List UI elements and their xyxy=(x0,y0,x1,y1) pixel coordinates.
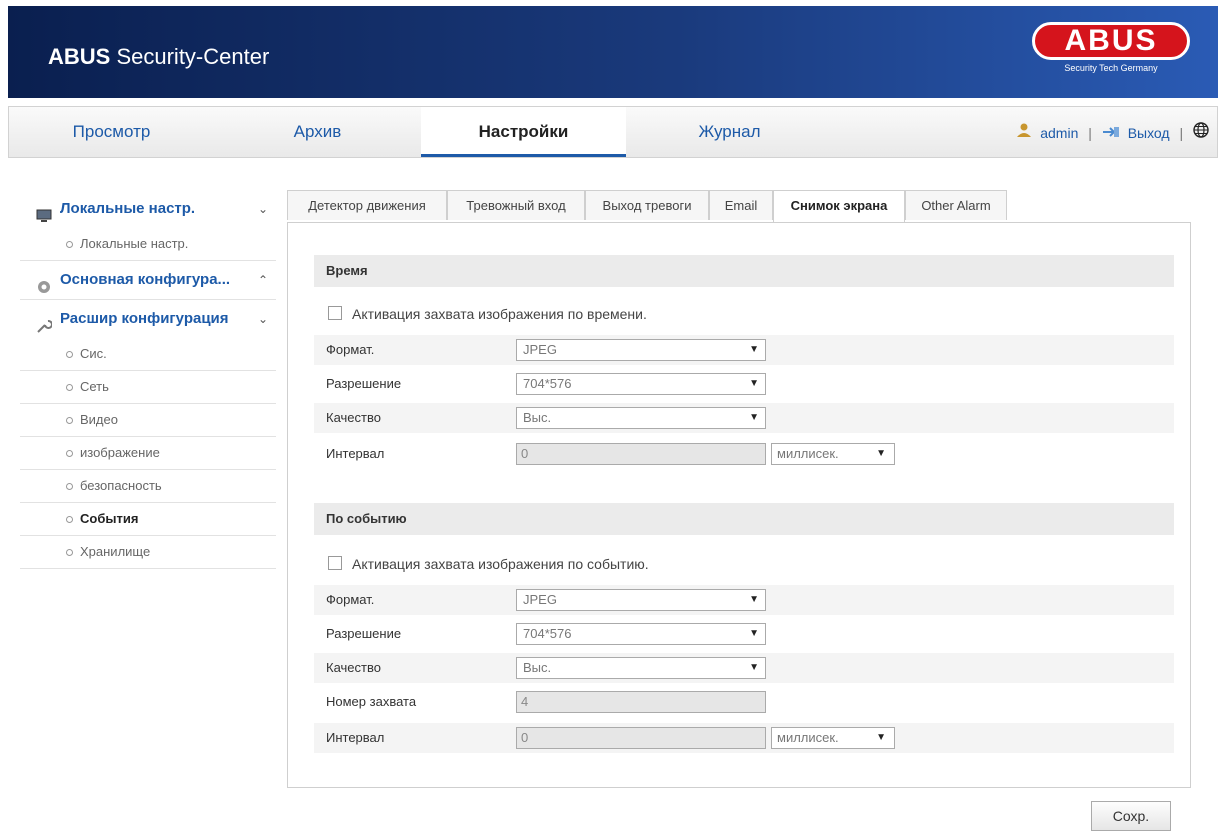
event-capture-number-input[interactable]: 4 xyxy=(516,691,766,713)
time-interval-input[interactable]: 0 xyxy=(516,443,766,465)
subtab-alarm-output[interactable]: Выход тревоги xyxy=(585,190,709,220)
user-bar: admin | Выход | xyxy=(1016,107,1209,157)
gear-icon xyxy=(36,272,52,293)
dropdown-arrow-icon: ▼ xyxy=(749,412,759,423)
event-interval-unit-select[interactable]: миллисек. ▼ xyxy=(771,727,895,749)
event-resolution-label: Разрешение xyxy=(326,626,402,641)
separator: | xyxy=(1179,125,1184,142)
tab-archive[interactable]: Архив xyxy=(215,107,420,157)
event-quality-label: Качество xyxy=(326,660,381,675)
time-interval-row: Интервал 0 миллисек. ▼ xyxy=(314,439,1174,469)
header-banner: ABUS Security-Center ABUS Security Tech … xyxy=(8,6,1218,98)
sidebar-item-events[interactable]: События xyxy=(20,503,276,536)
dropdown-arrow-icon: ▼ xyxy=(749,344,759,355)
time-capture-checkbox-row[interactable]: Активация захвата изображения по времени… xyxy=(328,303,647,325)
time-quality-select[interactable]: Выс. ▼ xyxy=(516,407,766,429)
event-interval-input[interactable]: 0 xyxy=(516,727,766,749)
time-resolution-row: Разрешение 704*576 ▼ xyxy=(314,369,1174,399)
dropdown-arrow-icon: ▼ xyxy=(749,594,759,605)
user-icon xyxy=(1016,108,1032,158)
wrench-icon xyxy=(36,311,53,333)
sidebar-group-local-label: Локальные настр. xyxy=(60,200,196,217)
chevron-down-icon: ⌄ xyxy=(257,312,268,326)
sidebar-group-local[interactable]: Локальные настр. ⌄ xyxy=(20,190,276,228)
chevron-up-icon: ⌃ xyxy=(257,273,268,287)
sidebar-item-video[interactable]: Видео xyxy=(20,404,276,437)
save-button[interactable]: Сохр. xyxy=(1091,801,1171,831)
subtab-email[interactable]: Email xyxy=(709,190,773,220)
time-interval-unit-select[interactable]: миллисек. ▼ xyxy=(771,443,895,465)
sidebar-item-system[interactable]: Сис. xyxy=(20,338,276,371)
time-capture-checkbox[interactable] xyxy=(328,306,342,320)
username[interactable]: admin xyxy=(1040,108,1078,158)
event-format-select[interactable]: JPEG ▼ xyxy=(516,589,766,611)
event-capture-number-row: Номер захвата 4 xyxy=(314,687,1174,717)
event-resolution-row: Разрешение 704*576 ▼ xyxy=(314,619,1174,649)
sidebar-item-image[interactable]: изображение xyxy=(20,437,276,470)
chevron-down-icon: ⌄ xyxy=(257,202,268,216)
logo-tagline: Security Tech Germany xyxy=(1064,63,1158,73)
dropdown-arrow-icon: ▼ xyxy=(876,732,886,743)
logo-text: ABUS xyxy=(1032,22,1190,60)
section-time-title: Время xyxy=(314,255,1174,287)
globe-icon[interactable] xyxy=(1193,108,1209,158)
app-title-rest: Security-Center xyxy=(110,44,270,69)
sidebar-item-security[interactable]: безопасность xyxy=(20,470,276,503)
event-capture-checkbox-label: Активация захвата изображения по событию… xyxy=(352,556,649,572)
event-capture-number-label: Номер захвата xyxy=(326,694,417,709)
sidebar-group-basic-label: Основная конфигура... xyxy=(60,271,231,288)
subtab-motion-detection[interactable]: Детектор движения xyxy=(287,190,447,220)
subtab-alarm-input[interactable]: Тревожный вход xyxy=(447,190,585,220)
time-resolution-label: Разрешение xyxy=(326,376,402,391)
time-format-select[interactable]: JPEG ▼ xyxy=(516,339,766,361)
time-quality-row: Качество Выс. ▼ xyxy=(314,403,1174,433)
event-interval-label: Интервал xyxy=(326,730,385,745)
time-quality-label: Качество xyxy=(326,410,381,425)
app-title-brand: ABUS xyxy=(48,44,111,69)
dropdown-arrow-icon: ▼ xyxy=(749,378,759,389)
time-interval-label: Интервал xyxy=(326,446,385,461)
time-capture-checkbox-label: Активация захвата изображения по времени… xyxy=(352,306,647,322)
time-format-label: Формат. xyxy=(326,342,375,357)
event-interval-row: Интервал 0 миллисек. ▼ xyxy=(314,723,1174,753)
dropdown-arrow-icon: ▼ xyxy=(749,628,759,639)
event-capture-checkbox-row[interactable]: Активация захвата изображения по событию… xyxy=(328,553,649,575)
logout-link[interactable]: Выход xyxy=(1128,108,1170,158)
event-capture-checkbox[interactable] xyxy=(328,556,342,570)
time-format-row: Формат. JPEG ▼ xyxy=(314,335,1174,365)
top-navigation: Просмотр Архив Настройки Журнал admin | … xyxy=(8,106,1218,158)
event-format-label: Формат. xyxy=(326,592,375,607)
section-event-title: По событию xyxy=(314,503,1174,535)
subtab-other-alarm[interactable]: Other Alarm xyxy=(905,190,1007,220)
abus-logo: ABUS Security Tech Germany xyxy=(1026,22,1196,90)
monitor-icon xyxy=(36,201,52,222)
sidebar-item-network[interactable]: Сеть xyxy=(20,371,276,404)
event-format-row: Формат. JPEG ▼ xyxy=(314,585,1174,615)
event-resolution-select[interactable]: 704*576 ▼ xyxy=(516,623,766,645)
sidebar-group-advanced-label: Расшир конфигурация xyxy=(60,310,229,327)
sidebar-item-storage[interactable]: Хранилище xyxy=(20,536,276,569)
time-resolution-select[interactable]: 704*576 ▼ xyxy=(516,373,766,395)
subtab-snapshot[interactable]: Снимок экрана xyxy=(773,190,905,223)
snapshot-panel: Время Активация захвата изображения по в… xyxy=(287,222,1191,788)
tab-preview[interactable]: Просмотр xyxy=(9,107,214,157)
app-title: ABUS Security-Center xyxy=(48,44,269,70)
event-quality-row: Качество Выс. ▼ xyxy=(314,653,1174,683)
sidebar-item-local-settings[interactable]: Локальные настр. xyxy=(20,228,276,260)
dropdown-arrow-icon: ▼ xyxy=(876,448,886,459)
sidebar: Локальные настр. ⌄ Локальные настр. Осно… xyxy=(20,190,276,569)
tab-log[interactable]: Журнал xyxy=(627,107,832,157)
tab-settings[interactable]: Настройки xyxy=(421,107,626,157)
event-quality-select[interactable]: Выс. ▼ xyxy=(516,657,766,679)
logout-icon xyxy=(1102,108,1120,158)
sidebar-group-basic[interactable]: Основная конфигура... ⌃ xyxy=(20,261,276,299)
dropdown-arrow-icon: ▼ xyxy=(749,662,759,673)
sidebar-group-advanced[interactable]: Расшир конфигурация ⌄ xyxy=(20,300,276,338)
separator: | xyxy=(1088,125,1092,142)
